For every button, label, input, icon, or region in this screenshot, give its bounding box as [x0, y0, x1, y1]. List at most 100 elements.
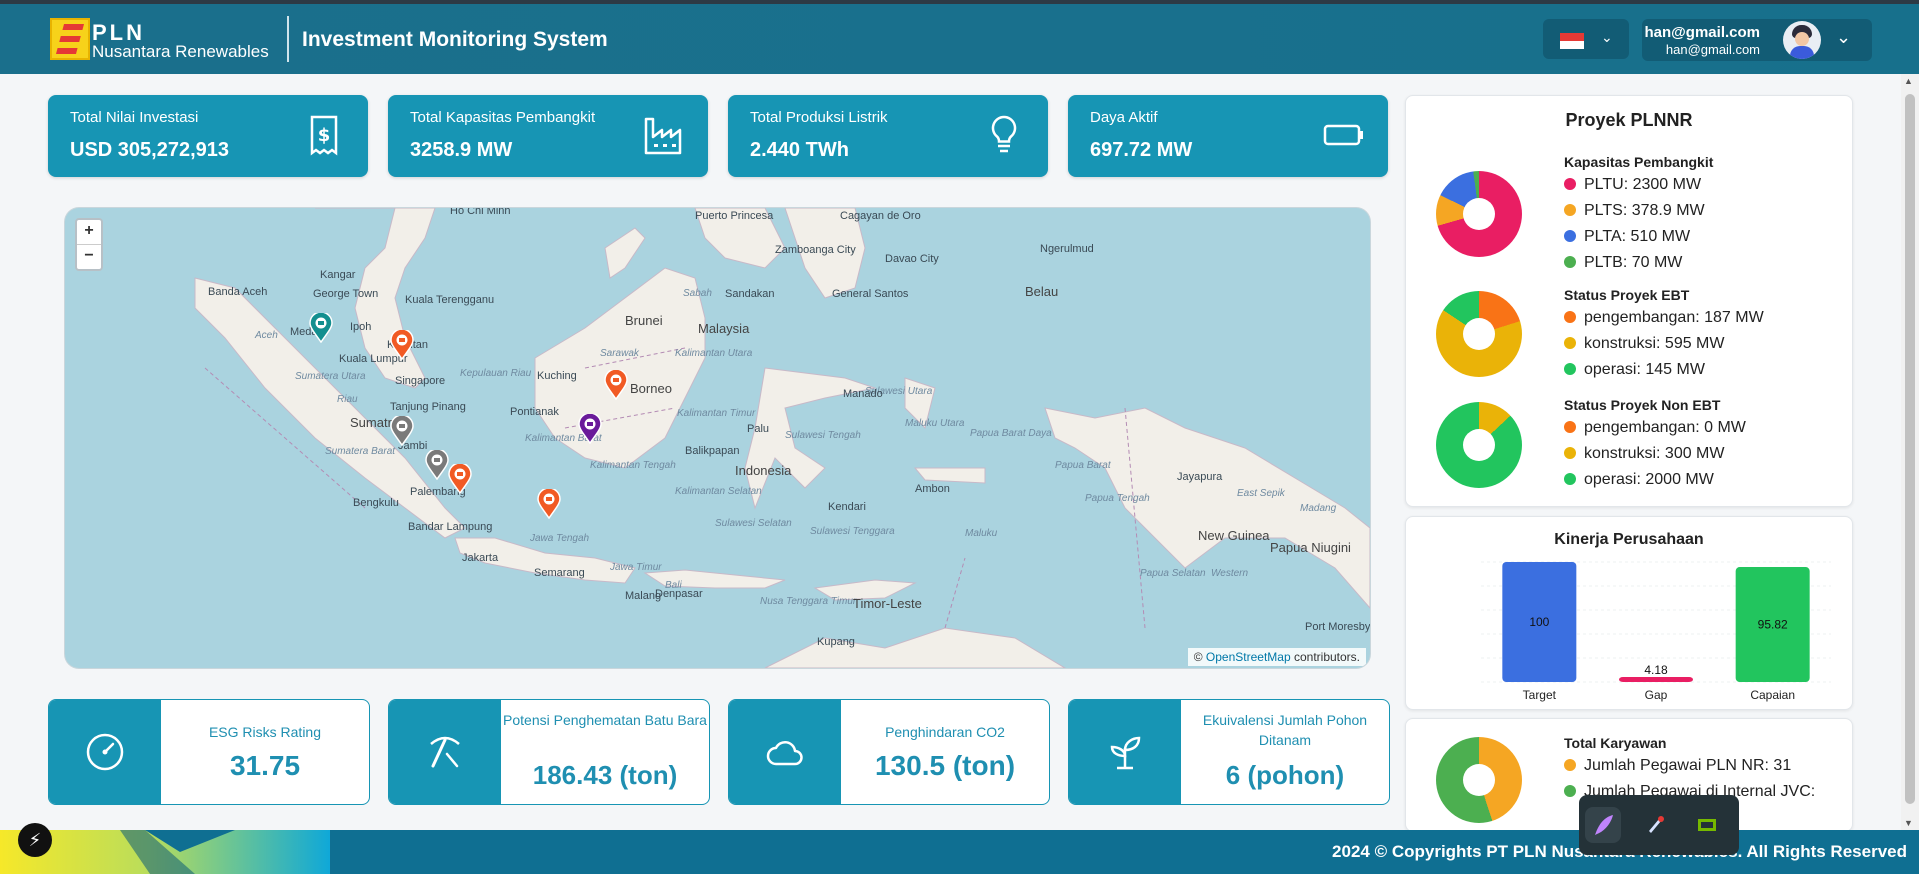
- legend-label: pengembangan: 187 MW: [1584, 309, 1764, 326]
- map-label: Banda Aceh: [208, 286, 268, 298]
- legend-item[interactable]: PLTS: 378.9 MW: [1564, 202, 1705, 220]
- plts-marker-icon[interactable]: [604, 370, 628, 400]
- map-label: Sulawesi Selatan: [715, 518, 792, 529]
- map-label: Kuching: [537, 370, 577, 382]
- pltu-marker-icon[interactable]: [425, 450, 449, 480]
- legend-dot: [1564, 178, 1576, 190]
- kpi-icon-panel: [729, 700, 841, 804]
- pltb-marker-icon[interactable]: [309, 313, 333, 343]
- performance-panel: Kinerja Perusahaan 100 Target 4.18 Gap 95.82…: [1405, 516, 1853, 710]
- map-label: Davao City: [885, 253, 939, 265]
- map-label: Indonesia: [735, 463, 792, 478]
- nvidia-icon[interactable]: [1689, 807, 1725, 843]
- map-label: Maluku Utara: [905, 418, 965, 429]
- svg-text:$: $: [318, 125, 331, 146]
- map-label: Kalimantan Utara: [675, 348, 753, 359]
- scroll-down-arrow-icon[interactable]: ▼: [1904, 818, 1913, 828]
- chevron-down-icon: ⌄: [1601, 29, 1613, 45]
- map-label: Cagayan de Oro: [840, 210, 921, 222]
- stat-value: 2.440 TWh: [750, 139, 849, 161]
- map-label: Bali: [665, 580, 682, 591]
- legend-item[interactable]: konstruksi: 300 MW: [1564, 445, 1724, 463]
- stat-label: Total Kapasitas Pembangkit: [410, 109, 596, 126]
- legend-title: Status Proyek EBT: [1564, 287, 1690, 303]
- map-label: General Santos: [832, 288, 909, 300]
- language-selector[interactable]: ⌄: [1543, 19, 1629, 59]
- legend-item[interactable]: PLTB: 70 MW: [1564, 254, 1682, 272]
- openstreetmap-link[interactable]: OpenStreetMap: [1206, 650, 1291, 664]
- kpi-icon-panel: [49, 700, 161, 804]
- plts-marker-icon[interactable]: [537, 489, 561, 519]
- scroll-up-arrow-icon[interactable]: ▲: [1904, 76, 1913, 86]
- stat-label: Total Produksi Listrik: [750, 109, 888, 126]
- non-ebt-status-donut-chart[interactable]: [1436, 402, 1522, 488]
- map-label: Jawa Tengah: [530, 533, 590, 544]
- kpi-value: 31.75: [229, 750, 301, 781]
- map-label: Bengkulu: [353, 497, 399, 509]
- map-label: Kendari: [828, 501, 866, 513]
- legend-item[interactable]: konstruksi: 595 MW: [1564, 335, 1724, 353]
- ebt-status-donut-chart[interactable]: [1436, 291, 1522, 377]
- plts-marker-icon[interactable]: [448, 464, 472, 494]
- legend-item[interactable]: operasi: 145 MW: [1564, 361, 1705, 379]
- category-label: Target: [1523, 688, 1557, 702]
- bar-value-label: 4.18: [1644, 663, 1668, 677]
- legend-label: PLTA: 510 MW: [1584, 228, 1691, 245]
- kpi-value: 6 (pohon): [1225, 760, 1345, 790]
- legend-dot: [1564, 204, 1576, 216]
- user-menu[interactable]: han@gmail.com han@gmail.com ⌄: [1642, 19, 1872, 61]
- legend-dot: [1564, 421, 1576, 433]
- chevron-down-icon[interactable]: ⌄: [1836, 27, 1851, 48]
- map-label: Riau: [337, 394, 358, 405]
- map-label: Jawa Timur: [610, 562, 662, 573]
- feather-icon[interactable]: [1585, 807, 1621, 843]
- rocket-icon[interactable]: [1637, 807, 1673, 843]
- stat-value: 3258.9 MW: [410, 139, 513, 161]
- map-label: New Guinea: [1198, 528, 1270, 543]
- attribution-suffix: contributors.: [1293, 650, 1360, 664]
- map-label: Papua Barat Daya: [970, 428, 1052, 439]
- legend-item[interactable]: PLTU: 2300 MW: [1564, 176, 1701, 194]
- legend-item[interactable]: pengembangan: 187 MW: [1564, 309, 1764, 327]
- capacity-donut-chart[interactable]: [1436, 171, 1522, 257]
- legend-item[interactable]: PLTA: 510 MW: [1564, 228, 1690, 246]
- page-scrollbar[interactable]: ▲ ▼: [1901, 74, 1919, 830]
- scroll-thumb[interactable]: [1905, 94, 1915, 804]
- user-email: han@gmail.com: [1665, 42, 1760, 57]
- legend-item[interactable]: operasi: 2000 MW: [1564, 471, 1714, 489]
- plta-marker-icon[interactable]: [578, 414, 602, 444]
- indonesia-flag-icon: [1560, 33, 1584, 49]
- invoice-dollar-icon: $: [310, 115, 338, 156]
- lightning-icon[interactable]: ⚡: [18, 823, 52, 857]
- zoom-in-button[interactable]: +: [77, 220, 101, 244]
- extension-toolbar: [1579, 795, 1739, 855]
- legend-label: konstruksi: 300 MW: [1584, 445, 1725, 462]
- legend-title: Total Karyawan: [1564, 735, 1667, 751]
- stat-card-production: Total Produksi Listrik 2.440 TWh: [728, 95, 1048, 177]
- kpi-icon-panel: [389, 700, 501, 804]
- kpi-label: Ekuivalensi Jumlah Pohon Ditanam: [1202, 712, 1368, 748]
- map-label: Timor-Leste: [853, 596, 922, 611]
- map-label: Madang: [1300, 503, 1337, 514]
- attribution-prefix: ©: [1193, 650, 1203, 664]
- legend-item[interactable]: Jumlah Pegawai PLN NR: 31: [1564, 757, 1791, 775]
- map-label: Pontianak: [510, 406, 559, 418]
- brand-subtitle: Nusantara Renewables: [92, 42, 269, 61]
- map-label: Nusa Tenggara Timur: [760, 596, 857, 607]
- category-label: Gap: [1645, 688, 1668, 702]
- map-label: Kalimantan Selatan: [675, 486, 762, 497]
- stat-card-investment: Total Nilai Investasi USD 305,272,913 $: [48, 95, 368, 177]
- stat-label: Daya Aktif: [1090, 109, 1158, 126]
- plts-marker-icon[interactable]: [390, 330, 414, 360]
- legend-title: Status Proyek Non EBT: [1564, 397, 1721, 413]
- zoom-out-button[interactable]: −: [77, 244, 101, 269]
- kpi-card-co2: Penghindaran CO2 130.5 (ton): [728, 699, 1050, 805]
- project-map[interactable]: + − Ho Chi Minh Puerto Princesa Cagayan …: [65, 208, 1370, 668]
- bar-gap[interactable]: [1619, 676, 1693, 682]
- avatar[interactable]: [1783, 21, 1821, 59]
- legend-item[interactable]: pengembangan: 0 MW: [1564, 419, 1746, 437]
- map-label: Sabah: [683, 288, 712, 299]
- map-label: Balikpapan: [685, 445, 740, 457]
- pltu-marker-icon[interactable]: [390, 416, 414, 446]
- employees-donut-chart[interactable]: [1436, 737, 1522, 823]
